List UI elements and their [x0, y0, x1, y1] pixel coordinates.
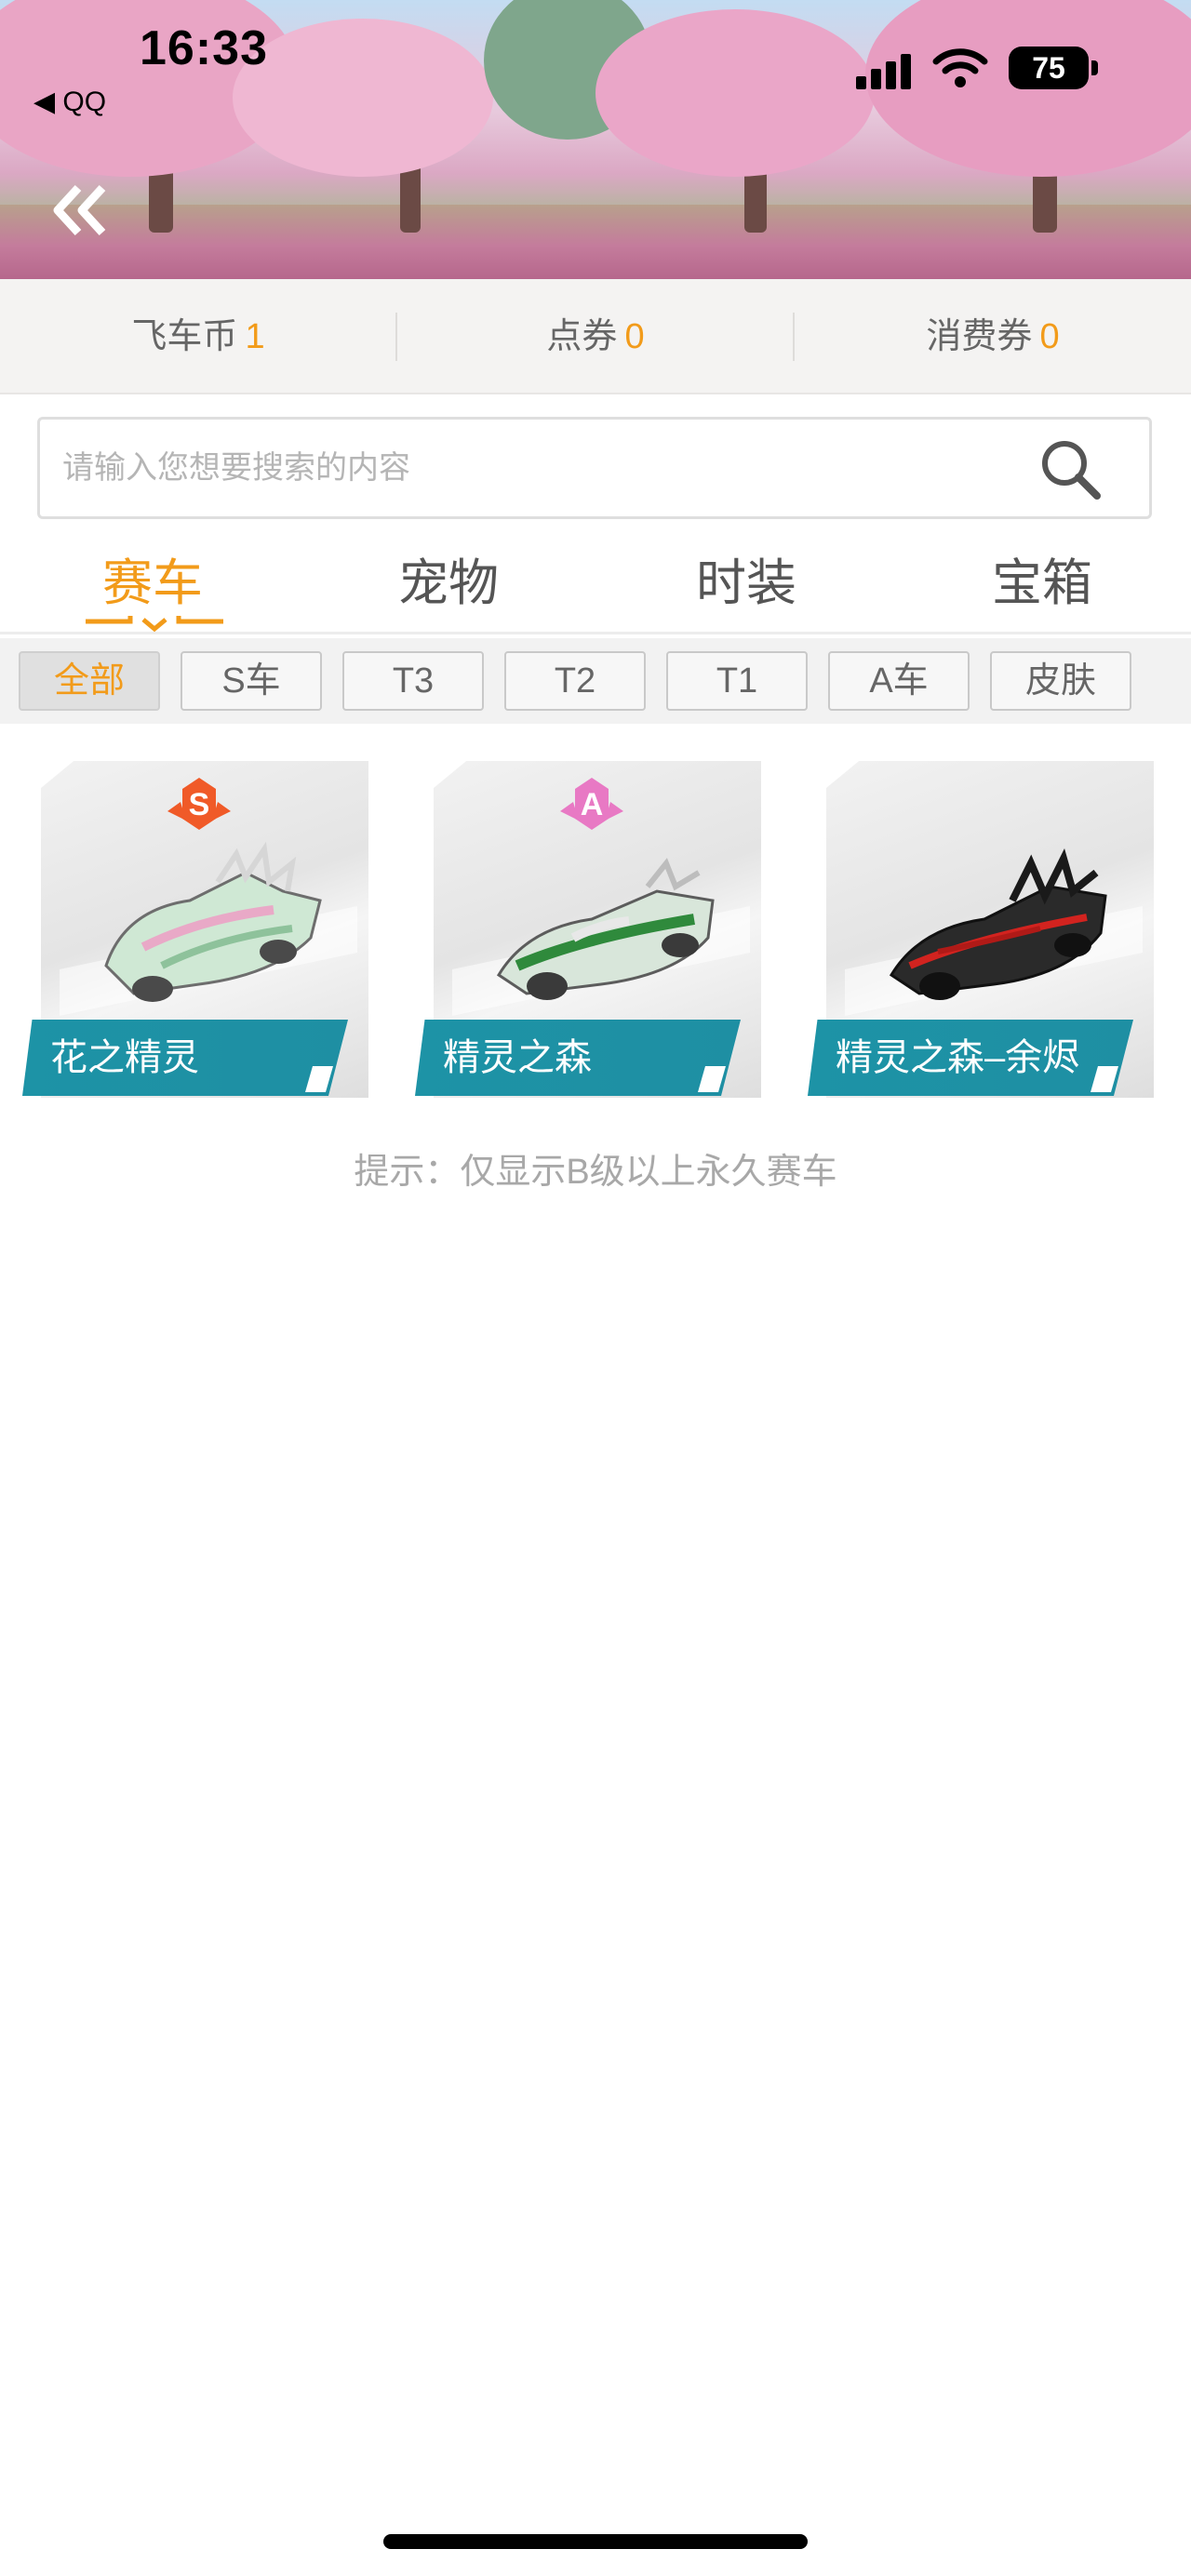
tab-pet[interactable]: 宠物 [355, 541, 542, 615]
filter-a-car[interactable]: A车 [828, 651, 970, 711]
filter-s-car[interactable]: S车 [181, 651, 322, 711]
cellular-signal-icon [856, 47, 921, 89]
filter-t3[interactable]: T3 [342, 651, 484, 711]
corner-mark-icon [1091, 1066, 1118, 1092]
currency-value: 0 [624, 317, 645, 356]
active-tab-indicator [86, 616, 223, 633]
tab-treasure-box[interactable]: 宝箱 [949, 541, 1135, 615]
car-card[interactable]: A 精灵之森 [415, 761, 761, 1098]
tab-racing-car[interactable]: 赛车 [60, 541, 246, 615]
status-icons: 75 [856, 47, 1098, 93]
car-name-label: 精灵之森–余烬 [808, 1020, 1133, 1096]
banner-ground [0, 205, 1191, 279]
car-spirit-forest-ember-image [889, 848, 1107, 1000]
car-name-label: 精灵之森 [415, 1020, 741, 1096]
rank-letter: S [189, 787, 210, 822]
currency-consumption-voucher: 消费券 0 [795, 279, 1191, 394]
category-tabs: 赛车 宠物 时装 宝箱 [0, 532, 1191, 634]
filter-t1[interactable]: T1 [666, 651, 808, 711]
battery-tip [1091, 60, 1098, 75]
rank-s-badge: S [167, 778, 231, 830]
wifi-icon [932, 48, 988, 87]
search-box [37, 417, 1152, 519]
filter-all[interactable]: 全部 [19, 651, 160, 711]
blossom-tree [596, 9, 875, 177]
home-indicator[interactable] [383, 2534, 808, 2549]
blossom-tree [233, 19, 493, 177]
currency-value: 1 [245, 317, 265, 356]
corner-mark-icon [698, 1066, 726, 1092]
currency-label: 飞车币 [131, 317, 238, 356]
car-name-label: 花之精灵 [22, 1020, 348, 1096]
search-input[interactable] [62, 420, 993, 516]
header-banner: 16:33 ◀ QQ 75 [0, 0, 1191, 279]
car-card[interactable]: S 花之精灵 [22, 761, 368, 1098]
battery-indicator: 75 [1009, 47, 1089, 89]
status-time: 16:33 [140, 21, 268, 75]
corner-mark-icon [305, 1066, 333, 1092]
search-icon[interactable] [1037, 436, 1103, 501]
currency-bar: 飞车币 1 点券 0 消费券 0 [0, 279, 1191, 394]
currency-label: 消费券 [926, 317, 1033, 356]
rank-letter: A [581, 787, 604, 822]
return-to-app-link[interactable]: ◀ QQ [33, 86, 106, 118]
double-chevron-left-icon[interactable] [50, 182, 112, 238]
filter-t2[interactable]: T2 [504, 651, 646, 711]
car-card[interactable]: 精灵之森–余烬 [808, 761, 1154, 1098]
hint-text: 提示：仅显示B级以上永久赛车 [354, 1153, 837, 1192]
rank-filter-bar: 全部 S车 T3 T2 T1 A车 皮肤 [0, 638, 1191, 724]
currency-label: 点券 [546, 317, 618, 356]
rank-a-badge: A [560, 778, 623, 830]
car-flower-spirit-image [104, 841, 322, 1002]
filter-skin[interactable]: 皮肤 [990, 651, 1131, 711]
car-spirit-forest-image [496, 858, 715, 1000]
currency-value: 0 [1039, 317, 1060, 356]
currency-points-voucher: 点券 0 [397, 279, 794, 394]
currency-feiche-coin: 飞车币 1 [0, 279, 396, 394]
tab-fashion[interactable]: 时装 [653, 541, 839, 615]
